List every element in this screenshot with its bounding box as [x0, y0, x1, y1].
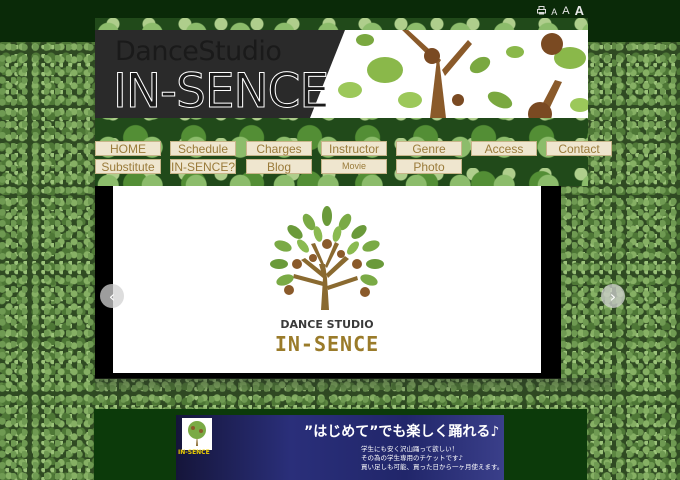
- banner-line-3: 買い足しも可能、買った日から一ヶ月使えます。: [361, 463, 504, 471]
- nav-genre[interactable]: Genre: [396, 141, 462, 156]
- nav-schedule[interactable]: Schedule: [170, 141, 236, 156]
- slide-logo-line2: IN-SENCE: [275, 332, 379, 356]
- logo-line1: DanceStudio: [115, 36, 282, 67]
- slider-shadow: [95, 378, 615, 398]
- studio-tree-logo: DANCE STUDIO IN-SENCE: [270, 206, 384, 356]
- nav-photo[interactable]: Photo: [396, 159, 462, 174]
- banner-title: ”はじめて”でも楽しく踊れる♪: [304, 424, 500, 440]
- nav-in-sence[interactable]: IN-SENCE?: [170, 159, 236, 174]
- banner-logo-text: IN-SENCE: [178, 449, 210, 456]
- nav-substitute[interactable]: Substitute: [95, 159, 161, 174]
- chevron-right-icon[interactable]: ›: [601, 284, 625, 308]
- logo-line2: IN-SENCE: [112, 64, 329, 118]
- student-ticket-banner[interactable]: IN-SENCE ”はじめて”でも楽しく踊れる♪ 学生にも安く沢山踊って欲しい！…: [176, 415, 504, 480]
- font-size-small-button[interactable]: A: [551, 8, 557, 17]
- font-size-controls: A A A: [537, 4, 584, 17]
- nav-movie[interactable]: Movie: [321, 159, 387, 174]
- nav-home[interactable]: HOME: [95, 141, 161, 156]
- logo-panel[interactable]: DanceStudio IN-SENCE: [95, 30, 588, 118]
- nav-charges[interactable]: Charges: [246, 141, 312, 156]
- slide-studio-logo[interactable]: DANCE STUDIO IN-SENCE: [113, 186, 541, 373]
- banner-tree-logo: [182, 418, 212, 450]
- tree-branch-art: [338, 30, 588, 118]
- slide-logo-line1: DANCE STUDIO: [280, 318, 373, 331]
- print-icon[interactable]: [537, 6, 547, 17]
- font-size-medium-button[interactable]: A: [562, 6, 569, 17]
- image-slider: DANCE STUDIO IN-SENCE: [95, 186, 561, 379]
- chevron-left-icon[interactable]: ‹: [100, 284, 124, 308]
- nav-blog[interactable]: Blog: [246, 159, 312, 174]
- nav-contact[interactable]: Contact: [546, 141, 612, 156]
- nav-instructor[interactable]: Instructor: [321, 141, 387, 156]
- nav-access[interactable]: Access: [471, 141, 537, 156]
- font-size-large-button[interactable]: A: [575, 4, 584, 17]
